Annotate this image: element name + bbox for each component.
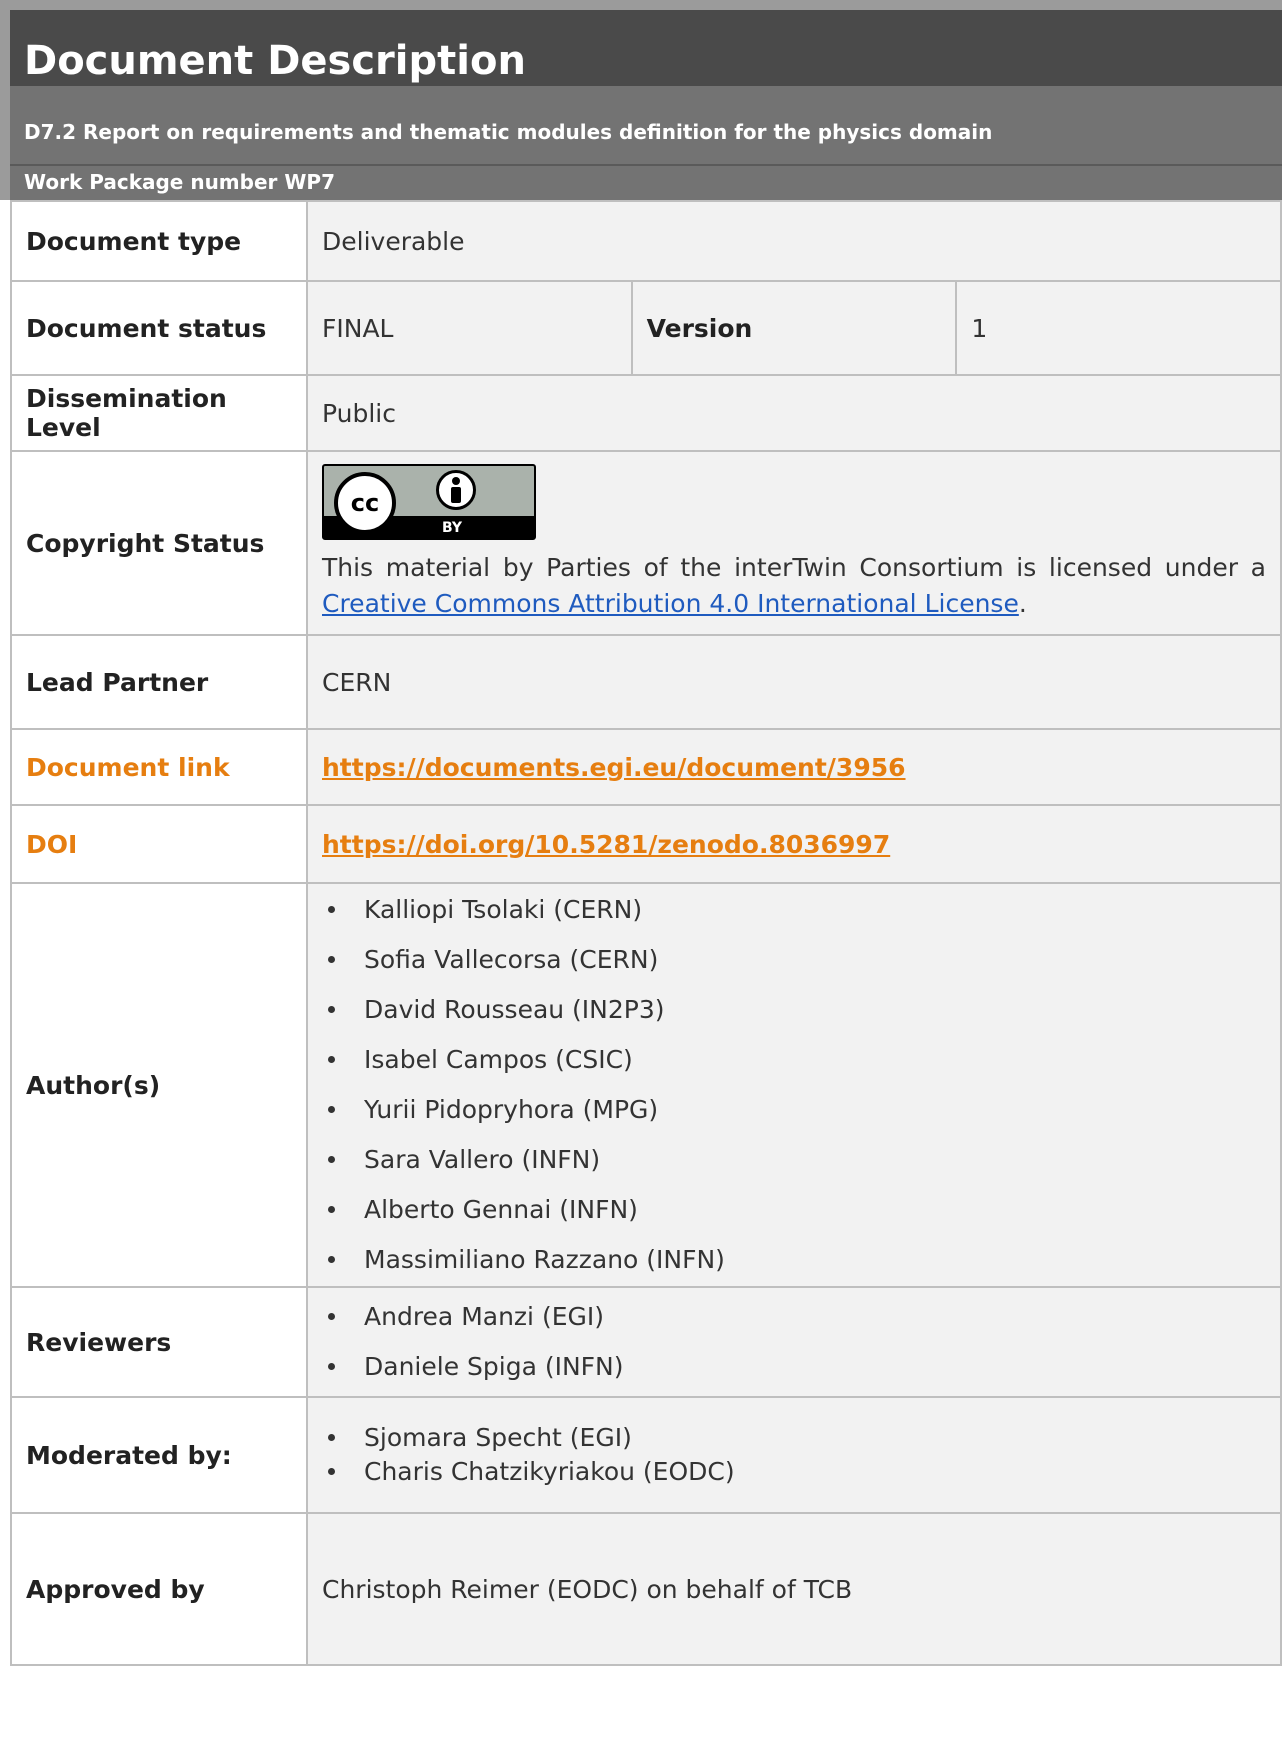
dissemination-level-label: Dissemination Level [10, 374, 308, 452]
document-description-table: Document type Deliverable Document statu… [10, 200, 1282, 1666]
lead-partner-label: Lead Partner [10, 634, 308, 730]
doi-cell: https://doi.org/10.5281/zenodo.8036997 [306, 804, 1282, 884]
list-item: Daniele Spiga (INFN) [322, 1342, 1266, 1392]
row-document-status: Document status FINAL Version 1 [10, 280, 1282, 376]
row-document-type: Document type Deliverable [10, 200, 1282, 282]
approved-by-label: Approved by [10, 1512, 308, 1666]
list-item: Yurii Pidopryhora (MPG) [322, 1085, 1266, 1135]
document-link-cell: https://documents.egi.eu/document/3956 [306, 728, 1282, 806]
list-item: Sofia Vallecorsa (CERN) [322, 935, 1266, 985]
cc-icon: cc [334, 472, 396, 534]
document-type-label: Document type [10, 200, 308, 282]
list-item: Massimiliano Razzano (INFN) [322, 1235, 1266, 1285]
row-copyright-status: Copyright Status cc BY This material by … [10, 450, 1282, 636]
document-status-value: FINAL [306, 280, 633, 376]
title-bar: Document Description [0, 0, 1282, 96]
subtitle-band: D7.2 Report on requirements and thematic… [0, 86, 1282, 200]
list-item: Sjomara Specht (EGI) [322, 1421, 1266, 1455]
version-value: 1 [955, 280, 1282, 376]
copyright-status-label: Copyright Status [10, 450, 308, 636]
document-type-value: Deliverable [306, 200, 1282, 282]
list-item: Kalliopi Tsolaki (CERN) [322, 885, 1266, 935]
license-statement: This material by Parties of the interTwi… [322, 550, 1266, 622]
work-package-label: Work Package number WP7 [24, 170, 335, 194]
reviewers-cell: Andrea Manzi (EGI) Daniele Spiga (INFN) [306, 1286, 1282, 1398]
authors-label: Author(s) [10, 882, 308, 1288]
list-item: Sara Vallero (INFN) [322, 1135, 1266, 1185]
moderators-cell: Sjomara Specht (EGI) Charis Chatzikyriak… [306, 1396, 1282, 1514]
document-link[interactable]: https://documents.egi.eu/document/3956 [322, 753, 906, 782]
list-item: Charis Chatzikyriakou (EODC) [322, 1455, 1266, 1489]
document-link-label: Document link [10, 728, 308, 806]
deliverable-title: D7.2 Report on requirements and thematic… [24, 120, 993, 144]
row-doi: DOI https://doi.org/10.5281/zenodo.80369… [10, 804, 1282, 884]
row-dissemination-level: Dissemination Level Public [10, 374, 1282, 452]
doi-link[interactable]: https://doi.org/10.5281/zenodo.8036997 [322, 830, 890, 859]
reviewers-list: Andrea Manzi (EGI) Daniele Spiga (INFN) [322, 1292, 1266, 1392]
attribution-person-icon [436, 470, 476, 510]
cc-by-license-icon: cc BY [322, 464, 536, 540]
row-document-link: Document link https://documents.egi.eu/d… [10, 728, 1282, 806]
person-body-shape [451, 487, 461, 503]
cc-icon-label: cc [350, 489, 380, 517]
lead-partner-value: CERN [306, 634, 1282, 730]
list-item: Isabel Campos (CSIC) [322, 1035, 1266, 1085]
page-title: Document Description [24, 38, 526, 84]
document-status-label: Document status [10, 280, 308, 376]
copyright-status-value: cc BY This material by Parties of the in… [306, 450, 1282, 636]
authors-cell: Kalliopi Tsolaki (CERN) Sofia Vallecorsa… [306, 882, 1282, 1288]
row-authors: Author(s) Kalliopi Tsolaki (CERN) Sofia … [10, 882, 1282, 1288]
by-label: BY [442, 520, 463, 536]
document-description-page: Document Description D7.2 Report on requ… [0, 0, 1282, 1742]
row-moderated-by: Moderated by: Sjomara Specht (EGI) Chari… [10, 1396, 1282, 1514]
row-lead-partner: Lead Partner CERN [10, 634, 1282, 730]
person-head-shape [452, 477, 460, 485]
row-reviewers: Reviewers Andrea Manzi (EGI) Daniele Spi… [10, 1286, 1282, 1398]
moderators-list: Sjomara Specht (EGI) Charis Chatzikyriak… [322, 1421, 1266, 1489]
license-link[interactable]: Creative Commons Attribution 4.0 Interna… [322, 589, 1019, 618]
doi-label: DOI [10, 804, 308, 884]
reviewers-label: Reviewers [10, 1286, 308, 1398]
moderated-by-label: Moderated by: [10, 1396, 308, 1514]
row-approved-by: Approved by Christoph Reimer (EODC) on b… [10, 1512, 1282, 1666]
list-item: Andrea Manzi (EGI) [322, 1292, 1266, 1342]
license-text-end: . [1018, 589, 1027, 618]
license-text: This material by Parties of the interTwi… [322, 553, 1266, 582]
version-label: Version [630, 280, 958, 376]
list-item: David Rousseau (IN2P3) [322, 985, 1266, 1035]
band-divider [10, 164, 1282, 166]
authors-list: Kalliopi Tsolaki (CERN) Sofia Vallecorsa… [322, 885, 1266, 1285]
dissemination-level-value: Public [306, 374, 1282, 452]
list-item: Alberto Gennai (INFN) [322, 1185, 1266, 1235]
approved-by-value: Christoph Reimer (EODC) on behalf of TCB [306, 1512, 1282, 1666]
